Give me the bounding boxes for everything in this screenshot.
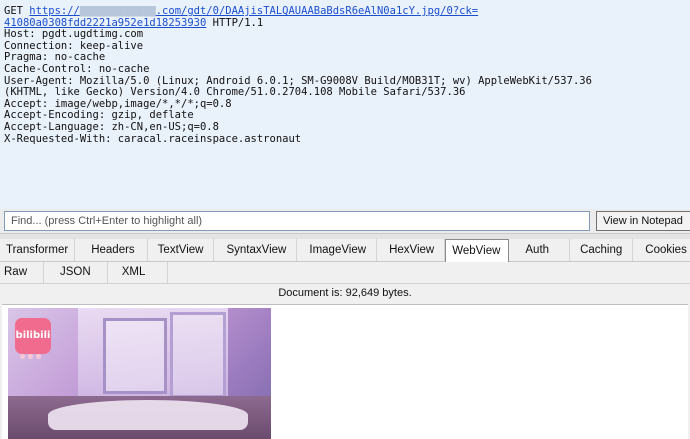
tab-webview[interactable]: WebView bbox=[445, 239, 510, 262]
header-line: Cache-Control: no-cache bbox=[4, 62, 150, 75]
tab-auth[interactable]: Auth bbox=[509, 239, 571, 261]
carousel-dots bbox=[20, 354, 41, 359]
bilibili-logo: bilibili bbox=[15, 318, 51, 354]
tab-syntaxview[interactable]: SyntaxView bbox=[214, 239, 298, 261]
header-line: Host: pgdt.ugdtimg.com bbox=[4, 28, 144, 41]
tab-json[interactable]: JSON bbox=[44, 262, 108, 283]
image-bed-sheet bbox=[48, 400, 248, 430]
webview-pane[interactable]: bilibili bbox=[2, 304, 688, 439]
header-line: User-Agent: Mozilla/5.0 (Linux; Android … bbox=[4, 74, 592, 87]
redacted-url-part: ████████████ bbox=[79, 6, 156, 17]
format-tabs: Raw JSON XML bbox=[0, 262, 690, 284]
document-size-info: Document is: 92,649 bytes. bbox=[0, 284, 690, 302]
header-line: Pragma: no-cache bbox=[4, 51, 106, 64]
find-bar: View in Notepad bbox=[0, 209, 690, 234]
inspector-tabs: Transformer Headers TextView SyntaxView … bbox=[0, 239, 690, 262]
find-input[interactable] bbox=[4, 211, 590, 231]
header-line: Accept: image/webp,image/*,*/*;q=0.8 bbox=[4, 97, 232, 110]
request-pane[interactable]: GET https://████████████.com/gdt/0/DAAji… bbox=[0, 0, 690, 210]
tab-hexview[interactable]: HexView bbox=[377, 239, 446, 261]
tab-xml[interactable]: XML bbox=[108, 262, 169, 283]
request-method: GET bbox=[4, 6, 23, 17]
header-line: Connection: keep-alive bbox=[4, 39, 144, 52]
raw-request-text[interactable]: GET https://████████████.com/gdt/0/DAAji… bbox=[4, 6, 688, 145]
header-line: Accept-Language: zh-CN,en-US;q=0.8 bbox=[4, 120, 219, 133]
tab-headers[interactable]: Headers bbox=[75, 239, 148, 261]
tab-raw[interactable]: Raw bbox=[0, 262, 45, 283]
tab-textview[interactable]: TextView bbox=[148, 239, 215, 261]
request-protocol: HTTP/1.1 bbox=[206, 16, 264, 29]
header-line: X-Requested-With: caracal.raceinspace.as… bbox=[4, 132, 302, 145]
image-window-frame bbox=[170, 312, 226, 398]
tab-transformer[interactable]: Transformer bbox=[0, 239, 76, 261]
tab-imageview[interactable]: ImageView bbox=[297, 239, 378, 261]
tab-cookies[interactable]: Cookies bbox=[633, 239, 690, 261]
header-line: (KHTML, like Gecko) Version/4.0 Chrome/5… bbox=[4, 86, 466, 99]
view-in-notepad-button[interactable]: View in Notepad bbox=[596, 211, 690, 231]
response-image: bilibili bbox=[8, 308, 271, 439]
header-line: Accept-Encoding: gzip, deflate bbox=[4, 109, 194, 122]
image-window-frame bbox=[103, 318, 167, 394]
tab-caching[interactable]: Caching bbox=[570, 239, 634, 261]
